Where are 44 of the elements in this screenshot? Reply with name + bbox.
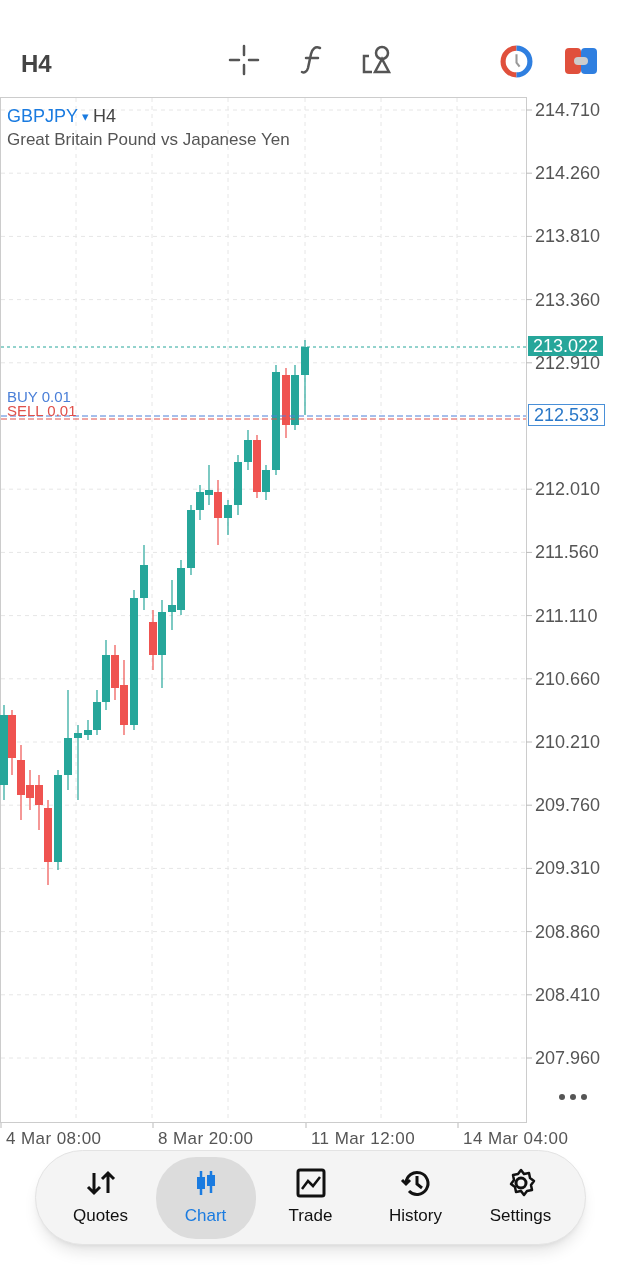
chart-timeframe: H4 <box>93 105 117 128</box>
price-label: 212.010 <box>535 480 601 499</box>
price-label: 210.660 <box>535 669 601 688</box>
order-price-badge: 212.533 <box>528 404 606 426</box>
symbol-link[interactable]: GBPJPY <box>7 103 79 130</box>
time-label: 11 Mar 12:00 <box>311 1128 415 1150</box>
timeframe-button[interactable]: H4 <box>21 46 52 82</box>
price-label: 209.310 <box>535 859 601 878</box>
candle <box>224 499 232 536</box>
order-label: SELL 0.01 <box>7 403 77 418</box>
clock-icon[interactable] <box>500 45 533 78</box>
price-label: 213.810 <box>535 227 601 246</box>
shapes-icon[interactable] <box>361 44 393 76</box>
function-icon[interactable] <box>300 44 324 76</box>
toggle-icon[interactable] <box>565 48 597 74</box>
price-label: 212.910 <box>535 353 601 372</box>
price-label: 207.960 <box>535 1049 601 1067</box>
price-label: 208.410 <box>535 985 601 1004</box>
dropdown-caret[interactable]: ▾ <box>82 106 90 127</box>
candle <box>234 454 242 516</box>
price-label: 208.860 <box>535 922 601 941</box>
order-label: BUY 0.01 <box>7 389 71 404</box>
time-label: 4 Mar 08:00 <box>6 1128 102 1150</box>
chart-area[interactable] <box>0 97 527 1123</box>
price-label: 209.760 <box>535 796 601 815</box>
price-label: 211.560 <box>535 543 599 562</box>
price-label: 213.360 <box>535 290 601 309</box>
nav-tab[interactable]: Quotes <box>50 1156 151 1239</box>
order-line[interactable] <box>0 418 527 420</box>
nav-tab[interactable]: Settings <box>470 1156 571 1239</box>
line-chart-icon <box>294 1166 327 1199</box>
more-icon[interactable] <box>558 1093 588 1101</box>
symbol-description: Great Britain Pound vs Japanese Yen <box>7 129 290 151</box>
price-label: 211.110 <box>535 606 598 625</box>
price-label: 214.710 <box>535 101 601 119</box>
time-label: 8 Mar 20:00 <box>158 1128 254 1150</box>
crosshair-icon[interactable] <box>228 44 260 76</box>
time-label: 14 Mar 04:00 <box>463 1128 569 1150</box>
order-line[interactable] <box>0 415 527 417</box>
current-price-badge: 213.022 <box>528 336 604 356</box>
price-label: 210.210 <box>535 733 601 751</box>
price-label: 214.260 <box>535 164 601 183</box>
nav-tab[interactable]: Trade <box>260 1156 361 1239</box>
nav-tab[interactable]: History <box>365 1156 466 1239</box>
